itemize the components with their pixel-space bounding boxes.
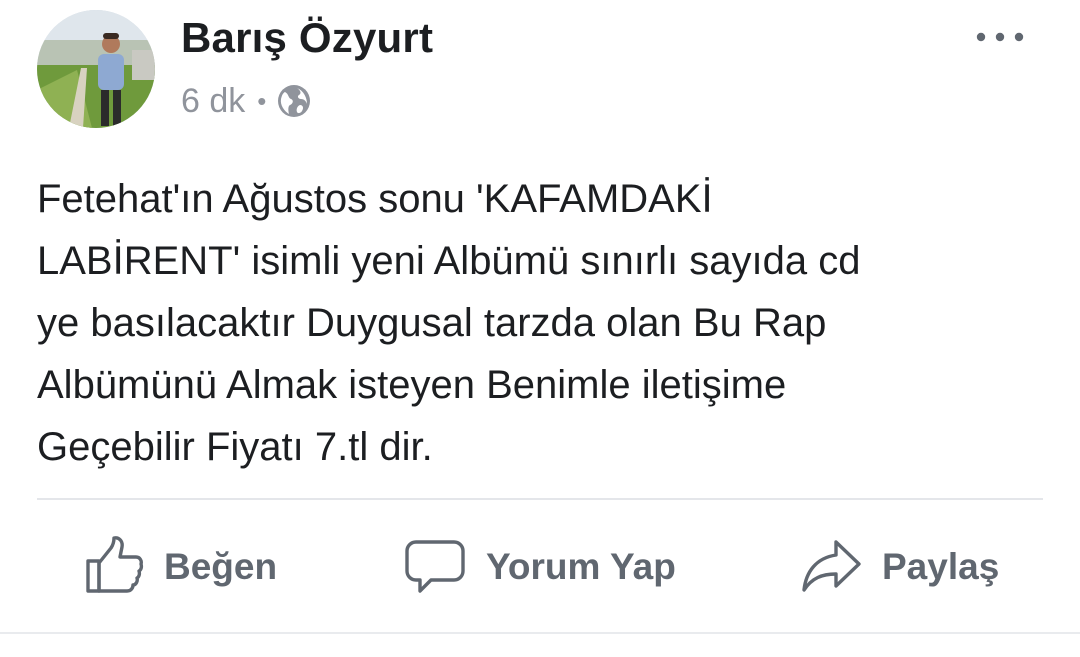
globe-icon[interactable] [276, 83, 312, 119]
bottom-divider [0, 632, 1080, 634]
share-icon [800, 534, 862, 601]
more-options-icon [976, 32, 1024, 42]
share-button[interactable]: Paylaş [800, 530, 999, 604]
timestamp[interactable]: 6 dk [181, 82, 245, 121]
like-label: Beğen [164, 546, 278, 587]
profile-photo-icon [37, 10, 155, 128]
thumbs-up-icon [84, 535, 144, 600]
comment-icon [404, 534, 466, 601]
meta-separator: • [257, 85, 267, 116]
like-button[interactable]: Beğen [84, 530, 277, 604]
divider [37, 498, 1043, 500]
comment-button[interactable]: Yorum Yap [404, 530, 676, 604]
action-bar: Beğen Yorum Yap Paylaş [0, 530, 1080, 604]
facebook-post: Barış Özyurt 6 dk • Fetehat'ın Ağustos s… [0, 0, 1080, 657]
comment-label: Yorum Yap [486, 546, 676, 587]
more-options-button[interactable] [970, 22, 1030, 52]
post-meta: 6 dk • [181, 80, 312, 122]
post-text: Fetehat'ın Ağustos sonu 'KAFAMDAKİ LABİR… [37, 177, 861, 469]
share-label: Paylaş [882, 546, 1000, 587]
author-name[interactable]: Barış Özyurt [181, 14, 433, 62]
avatar[interactable] [37, 10, 155, 128]
